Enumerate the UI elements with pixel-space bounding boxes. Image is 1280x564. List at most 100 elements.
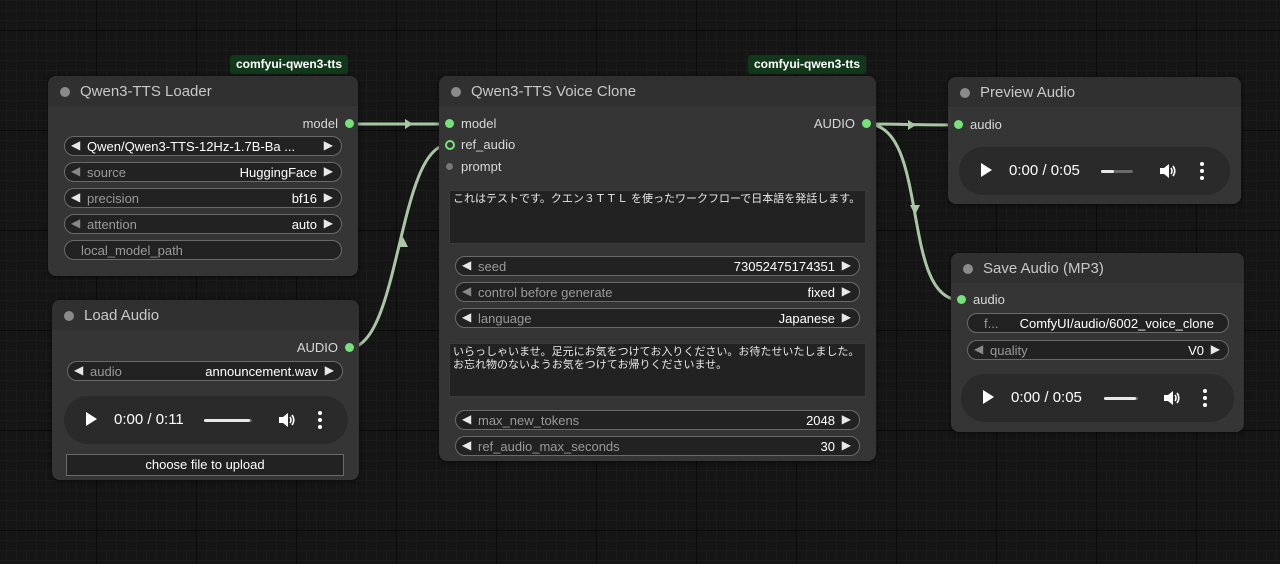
slot-label: model <box>461 116 497 131</box>
arrow-left-icon[interactable]: ◀ <box>462 258 471 272</box>
slot-dot-icon[interactable] <box>445 140 455 150</box>
output-slot-audio[interactable]: AUDIO <box>297 340 354 356</box>
collapse-dot-icon[interactable] <box>963 264 973 274</box>
arrow-left-icon[interactable]: ◀ <box>462 310 471 324</box>
max-new-tokens-widget[interactable]: ◀ max_new_tokens 2048 ▶ <box>455 410 860 430</box>
arrow-left-icon[interactable]: ◀ <box>974 342 983 356</box>
arrow-left-icon[interactable]: ◀ <box>462 438 471 452</box>
local-model-path-field[interactable]: local_model_path <box>64 240 342 260</box>
ref-audio-max-seconds-widget[interactable]: ◀ ref_audio_max_seconds 30 ▶ <box>455 436 860 456</box>
slot-dot-icon[interactable] <box>445 119 454 128</box>
node-title-bar[interactable]: Qwen3-TTS Loader <box>48 76 358 106</box>
collapse-dot-icon[interactable] <box>960 88 970 98</box>
node-title: Load Audio <box>84 307 160 324</box>
arrow-right-icon[interactable]: ▶ <box>842 284 851 298</box>
arrow-left-icon[interactable]: ◀ <box>71 164 80 178</box>
widget-value: 73052475174351 <box>733 259 835 274</box>
quality-combo[interactable]: ◀ quality V0 ▶ <box>967 340 1229 360</box>
control-before-generate-combo[interactable]: ◀ control before generate fixed ▶ <box>455 282 860 302</box>
widget-value: announcement.wav <box>205 364 318 379</box>
collapse-dot-icon[interactable] <box>60 87 70 97</box>
qwen3-tts-loader-node[interactable]: Qwen3-TTS Loader model ◀ Qwen/Qwen3-TTS-… <box>48 76 358 276</box>
input-slot-audio[interactable]: audio <box>957 292 1005 308</box>
volume-icon[interactable] <box>276 410 296 430</box>
slot-dot-icon[interactable] <box>345 343 354 352</box>
preview-audio-node[interactable]: Preview Audio audio 0:00 / 0:05 <box>948 77 1241 204</box>
input-slot-prompt[interactable]: prompt <box>445 159 501 175</box>
arrow-right-icon[interactable]: ▶ <box>842 258 851 272</box>
arrow-right-icon[interactable]: ▶ <box>324 216 333 230</box>
play-icon[interactable] <box>981 163 992 177</box>
node-title-bar[interactable]: Save Audio (MP3) <box>951 253 1244 283</box>
slot-dot-icon[interactable] <box>862 119 871 128</box>
arrow-left-icon[interactable]: ◀ <box>462 284 471 298</box>
audio-player[interactable]: 0:00 / 0:05 <box>961 374 1234 422</box>
collapse-dot-icon[interactable] <box>64 311 74 321</box>
arrow-right-icon[interactable]: ▶ <box>842 438 851 452</box>
arrow-left-icon[interactable]: ◀ <box>74 363 83 377</box>
widget-label: control before generate <box>478 285 613 300</box>
arrow-left-icon[interactable]: ◀ <box>71 190 80 204</box>
link-audio-to-preview <box>865 122 960 127</box>
volume-track[interactable] <box>1101 170 1133 173</box>
input-slot-model[interactable]: model <box>445 116 496 132</box>
audio-player[interactable]: 0:00 / 0:11 <box>64 396 348 444</box>
more-options-icon[interactable] <box>1200 162 1204 180</box>
load-audio-node[interactable]: Load Audio AUDIO ◀ audio announcement.wa… <box>52 300 359 480</box>
audio-player[interactable]: 0:00 / 0:05 <box>959 147 1230 195</box>
slot-dot-icon[interactable] <box>954 120 963 129</box>
slot-label: ref_audio <box>461 137 516 152</box>
link-arrow <box>398 237 408 247</box>
volume-icon[interactable] <box>1161 388 1181 408</box>
play-icon[interactable] <box>983 390 994 404</box>
model-name-combo[interactable]: ◀ Qwen/Qwen3-TTS-12Hz-1.7B-Ba ... ▶ <box>64 136 342 156</box>
collapse-dot-icon[interactable] <box>451 87 461 97</box>
arrow-right-icon[interactable]: ▶ <box>842 412 851 426</box>
volume-icon[interactable] <box>1157 161 1177 181</box>
slot-dot-icon[interactable] <box>957 295 966 304</box>
widget-value: Japanese <box>778 311 835 326</box>
arrow-right-icon[interactable]: ▶ <box>325 363 334 377</box>
input-slot-audio[interactable]: audio <box>954 117 1002 133</box>
slot-dot-icon[interactable] <box>446 163 453 170</box>
qwen3-tts-voice-clone-node[interactable]: Qwen3-TTS Voice Clone model ref_audio pr… <box>439 76 876 461</box>
arrow-left-icon[interactable]: ◀ <box>462 412 471 426</box>
arrow-right-icon[interactable]: ▶ <box>324 138 333 152</box>
upload-file-button[interactable]: choose file to upload <box>66 454 344 476</box>
source-combo[interactable]: ◀ source HuggingFace ▶ <box>64 162 342 182</box>
audio-file-combo[interactable]: ◀ audio announcement.wav ▶ <box>67 361 343 381</box>
widget-value: auto <box>291 217 317 232</box>
slot-label: AUDIO <box>813 116 855 131</box>
seed-widget[interactable]: ◀ seed 73052475174351 ▶ <box>455 256 860 276</box>
play-icon[interactable] <box>86 412 97 426</box>
language-combo[interactable]: ◀ language Japanese ▶ <box>455 308 860 328</box>
arrow-left-icon[interactable]: ◀ <box>71 216 80 230</box>
volume-track[interactable] <box>204 419 252 422</box>
arrow-right-icon[interactable]: ▶ <box>1211 342 1220 356</box>
filename-prefix-field[interactable]: f... ComfyUI/audio/6002_voice_clone <box>967 313 1229 333</box>
output-slot-model[interactable]: model <box>303 116 354 132</box>
volume-track[interactable] <box>1104 397 1138 400</box>
precision-combo[interactable]: ◀ precision bf16 ▶ <box>64 188 342 208</box>
more-options-icon[interactable] <box>1203 389 1207 407</box>
slot-dot-icon[interactable] <box>345 119 354 128</box>
arrow-right-icon[interactable]: ▶ <box>324 164 333 178</box>
node-title-bar[interactable]: Preview Audio <box>948 77 1241 107</box>
arrow-left-icon[interactable]: ◀ <box>71 138 80 152</box>
node-title: Preview Audio <box>980 84 1076 101</box>
input-slot-ref-audio[interactable]: ref_audio <box>445 137 515 153</box>
text-prompt-textarea[interactable]: これはテストです。クエン３ＴＴＬ を使ったワークフローで日本語を発話します。 <box>449 190 866 244</box>
save-audio-mp3-node[interactable]: Save Audio (MP3) audio f... ComfyUI/audi… <box>951 253 1244 432</box>
ref-text-textarea[interactable]: いらっしゃいませ。足元にお気をつけてお入りください。お待たせいたしました。 お忘… <box>449 343 866 397</box>
more-options-icon[interactable] <box>318 411 322 429</box>
node-title-bar[interactable]: Load Audio <box>52 300 359 330</box>
widget-value: V0 <box>1188 343 1204 358</box>
arrow-right-icon[interactable]: ▶ <box>842 310 851 324</box>
attention-combo[interactable]: ◀ attention auto ▶ <box>64 214 342 234</box>
widget-label: language <box>478 311 532 326</box>
widget-value: bf16 <box>291 191 317 206</box>
output-slot-audio[interactable]: AUDIO <box>814 116 871 132</box>
arrow-right-icon[interactable]: ▶ <box>324 190 333 204</box>
node-title-bar[interactable]: Qwen3-TTS Voice Clone <box>439 76 876 106</box>
playback-time: 0:00 / 0:05 <box>1009 162 1080 179</box>
